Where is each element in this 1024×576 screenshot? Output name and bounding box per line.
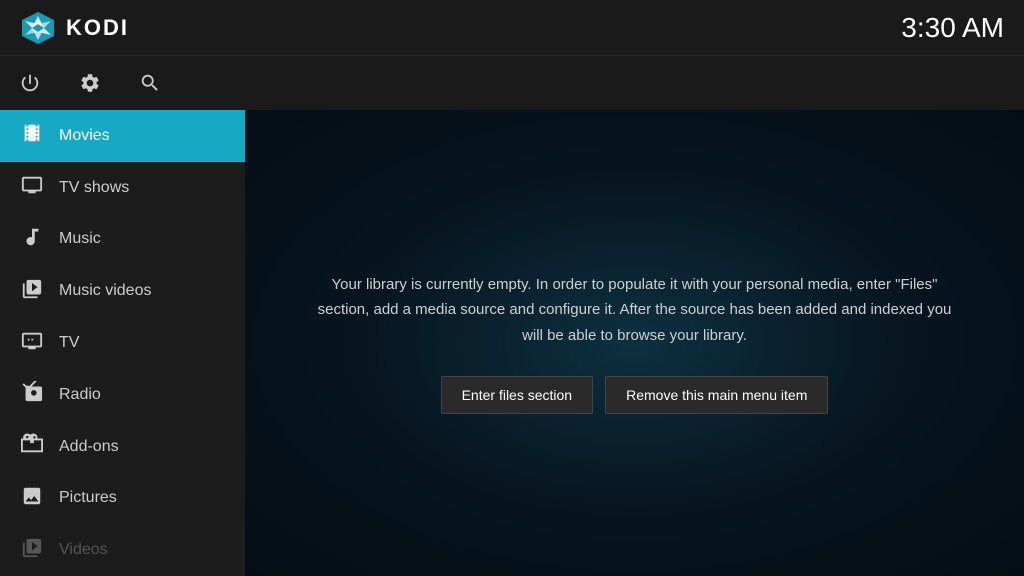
- sidebar-item-addons[interactable]: Add-ons: [0, 421, 245, 473]
- toolbar: [0, 55, 1024, 110]
- empty-message: Your library is currently empty. In orde…: [315, 272, 955, 349]
- musicvideos-icon: [20, 278, 44, 305]
- sidebar-item-movies[interactable]: Movies: [0, 110, 245, 162]
- pictures-label: Pictures: [59, 489, 117, 507]
- musicvideos-label: Music videos: [59, 282, 151, 300]
- sidebar-item-videos[interactable]: Videos: [0, 524, 245, 576]
- content-area: Your library is currently empty. In orde…: [245, 110, 1024, 576]
- sidebar-item-tvshows[interactable]: TV shows: [0, 162, 245, 214]
- remove-menu-item-button[interactable]: Remove this main menu item: [605, 376, 828, 414]
- tv-label: TV: [59, 334, 79, 352]
- videos-label: Videos: [59, 541, 108, 559]
- sidebar-item-radio[interactable]: Radio: [0, 369, 245, 421]
- music-label: Music: [59, 230, 101, 248]
- tvshows-icon: [20, 174, 44, 201]
- movies-label: Movies: [59, 127, 110, 145]
- addons-icon: [20, 433, 44, 460]
- kodi-logo-icon: [20, 10, 56, 46]
- radio-label: Radio: [59, 386, 101, 404]
- sidebar-item-tv[interactable]: TV: [0, 317, 245, 369]
- sidebar-item-music[interactable]: Music: [0, 214, 245, 266]
- action-buttons: Enter files section Remove this main men…: [315, 376, 955, 414]
- empty-state: Your library is currently empty. In orde…: [275, 272, 995, 415]
- clock: 3:30 AM: [901, 12, 1004, 44]
- sidebar-item-pictures[interactable]: Pictures: [0, 472, 245, 524]
- search-button[interactable]: [130, 63, 170, 103]
- tv-icon: [20, 330, 44, 357]
- sidebar: Movies TV shows Music Music videos TV: [0, 110, 245, 576]
- enter-files-button[interactable]: Enter files section: [441, 376, 594, 414]
- power-button[interactable]: [10, 63, 50, 103]
- videos-icon: [20, 537, 44, 564]
- addons-label: Add-ons: [59, 438, 119, 456]
- pictures-icon: [20, 485, 44, 512]
- tvshows-label: TV shows: [59, 179, 129, 197]
- radio-icon: [20, 381, 44, 408]
- settings-button[interactable]: [70, 63, 110, 103]
- music-icon: [20, 226, 44, 253]
- sidebar-item-musicvideos[interactable]: Music videos: [0, 265, 245, 317]
- header: KODI 3:30 AM: [0, 0, 1024, 55]
- main-layout: Movies TV shows Music Music videos TV: [0, 110, 1024, 576]
- logo-area: KODI: [20, 10, 129, 46]
- movies-icon: [20, 122, 44, 149]
- app-title: KODI: [66, 15, 129, 41]
